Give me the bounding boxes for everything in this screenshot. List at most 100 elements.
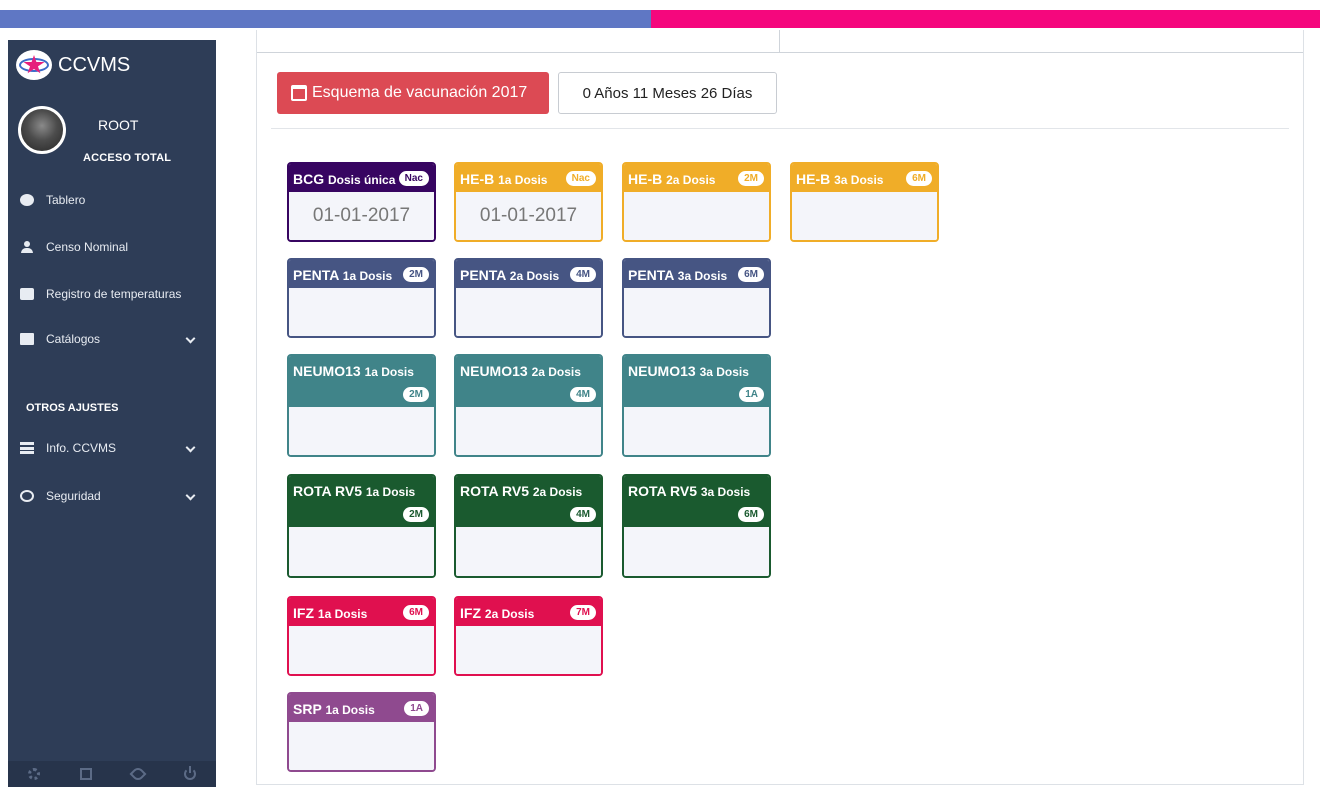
sidebar-item-censo-nominal[interactable]: Censo Nominal [8,232,216,262]
vaccine-date [289,722,434,770]
vaccine-name: PENTA [628,267,674,283]
vaccine-dose: 1a Dosis [317,607,368,621]
vaccine-date: 01-01-2017 [289,192,434,240]
archive-icon [20,333,34,345]
brand-name: CCVMS [58,53,131,76]
vaccine-card[interactable]: ROTA RV5 3a Dosis 6M [622,474,771,578]
user-role: ACCESO TOTAL [83,152,172,164]
age-badge: 4M [570,267,596,282]
vaccine-card[interactable]: NEUMO13 3a Dosis 1A [622,354,771,457]
user-name: ROOT [98,117,139,133]
vaccine-card-header: NEUMO13 2a Dosis 4M [456,356,601,407]
sidebar-item-tablero[interactable]: Tablero [8,185,216,215]
top-color-bar-left [0,10,651,28]
calendar-icon [291,85,307,101]
sidebar-item-seguridad[interactable]: Seguridad [8,481,216,511]
sidebar-item-label: Seguridad [46,489,101,503]
age-badge: 2M [403,507,429,522]
vaccine-card[interactable]: ROTA RV5 1a Dosis 2M [287,474,436,578]
vaccine-name: ROTA RV5 [628,483,697,499]
users-icon [20,241,34,253]
chevron-down-icon [185,490,196,501]
age-badge: 6M [738,267,764,282]
vaccine-card[interactable]: NEUMO13 1a Dosis 2M [287,354,436,457]
vaccine-dose: 2a Dosis [666,173,716,187]
sidebar-item-info-ccvms[interactable]: Info. CCVMS [8,433,216,463]
avatar[interactable] [18,106,66,154]
vaccine-name: PENTA [293,267,339,283]
vaccine-card-header: HE-B 2a Dosis 2M [624,164,769,192]
vaccine-date [289,527,434,576]
gear-icon[interactable] [28,768,40,780]
sidebar-item-label: Tablero [46,193,86,207]
vaccine-dose: 3a Dosis [700,485,751,499]
age-badge: 1A [739,387,764,402]
power-icon[interactable] [184,766,196,780]
eye-slash-icon[interactable] [129,765,147,783]
vaccine-card-header: HE-B 1a Dosis Nac [456,164,601,192]
vaccination-schedule-button[interactable]: Esquema de vacunación 2017 [277,72,549,114]
vaccine-card-header: PENTA 3a Dosis 6M [624,260,769,288]
vaccine-card[interactable]: PENTA 2a Dosis 4M [454,258,603,338]
vaccine-name: ROTA RV5 [460,483,529,499]
vaccine-title: NEUMO13 2a Dosis [460,363,597,379]
vaccine-name: NEUMO13 [628,363,696,379]
age-badge: 7M [570,605,596,620]
vaccine-card-header: HE-B 3a Dosis 6M [792,164,937,192]
vaccine-card-header: IFZ 1a Dosis 6M [289,598,434,626]
vaccine-card[interactable]: HE-B 3a Dosis 6M [790,162,939,242]
user-profile: ROOT ACCESO TOTAL [18,106,208,166]
vaccine-date [624,192,769,240]
top-color-bar-right [651,10,1320,28]
ccvms-logo-icon [16,50,52,80]
vaccine-card[interactable]: NEUMO13 2a Dosis 4M [454,354,603,457]
age-badge: 2M [403,387,429,402]
vaccine-date: 01-01-2017 [456,192,601,240]
expand-icon[interactable] [80,768,92,780]
age-badge: 2M [738,171,764,186]
vaccine-card-header: ROTA RV5 1a Dosis 2M [289,476,434,527]
vaccine-dose: 1a Dosis [498,173,548,187]
section-otros-ajustes: OTROS AJUSTES [26,402,119,414]
vaccine-dose: 2a Dosis [531,365,581,379]
main-panel: Esquema de vacunación 2017 0 Años 11 Mes… [256,30,1304,785]
vaccine-card[interactable]: HE-B 2a Dosis 2M [622,162,771,242]
chevron-down-icon [185,442,196,453]
vaccine-card[interactable]: BCG Dosis única Nac 01-01-2017 [287,162,436,242]
panel-top-strip [257,30,1303,53]
vaccine-card[interactable]: PENTA 1a Dosis 2M [287,258,436,338]
share-icon [20,288,34,300]
vaccine-dose: 3a Dosis [699,365,749,379]
vaccine-card[interactable]: IFZ 2a Dosis 7M [454,596,603,676]
vaccine-card[interactable]: ROTA RV5 2a Dosis 4M [454,474,603,578]
vaccine-name: IFZ [293,605,314,621]
age-badge: Nac [565,171,596,186]
vaccine-card-header: ROTA RV5 2a Dosis 4M [456,476,601,527]
age-badge: 6M [738,507,764,522]
brand[interactable]: CCVMS [16,50,130,80]
vaccine-date [456,527,601,576]
sidebar-footer [8,761,216,787]
vaccine-dose: 1a Dosis [364,365,414,379]
vaccine-dose: 2a Dosis [532,485,583,499]
vaccine-date [456,626,601,674]
vaccine-date [792,192,937,240]
vaccine-dose: 3a Dosis [834,173,884,187]
age-badge: 6M [906,171,932,186]
vaccine-card-header: SRP 1a Dosis 1A [289,694,434,722]
vaccine-title: ROTA RV5 3a Dosis [628,483,765,499]
sidebar-item-label: Info. CCVMS [46,441,117,455]
sidebar-item-registro-temperaturas[interactable]: Registro de temperaturas [8,279,216,309]
age-display: 0 Años 11 Meses 26 Días [558,72,777,114]
vaccine-date [289,407,434,455]
vaccine-title: ROTA RV5 1a Dosis [293,483,430,499]
vaccine-name: ROTA RV5 [293,483,362,499]
sidebar-item-catalogos[interactable]: Catálogos [8,324,216,354]
vaccine-card[interactable]: HE-B 1a Dosis Nac 01-01-2017 [454,162,603,242]
vaccine-name: NEUMO13 [460,363,528,379]
vaccine-dose: 1a Dosis [342,269,393,283]
vaccine-card[interactable]: SRP 1a Dosis 1A [287,692,436,772]
vaccine-card[interactable]: IFZ 1a Dosis 6M [287,596,436,676]
vaccine-card[interactable]: PENTA 3a Dosis 6M [622,258,771,338]
vaccine-date [624,407,769,455]
